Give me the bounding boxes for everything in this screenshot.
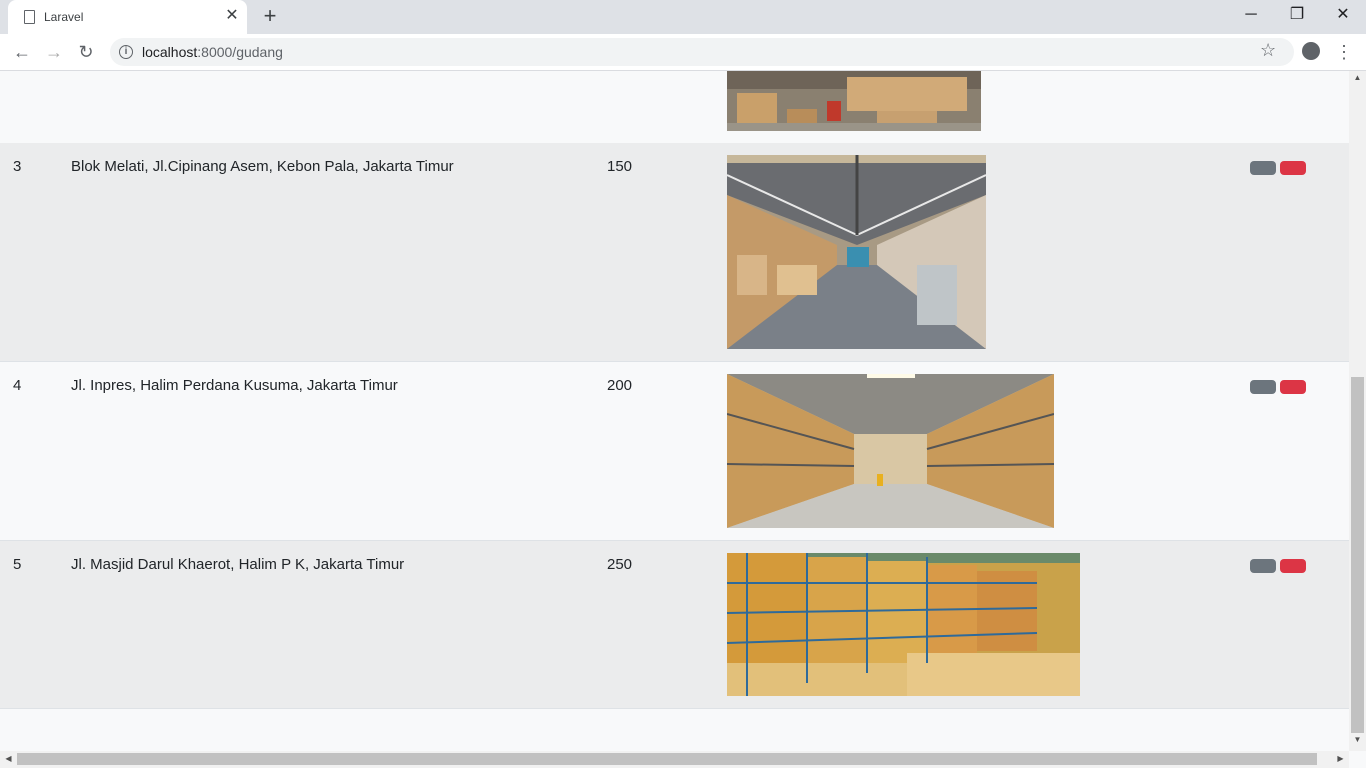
tab-title: Laravel — [44, 10, 84, 24]
url-host: localhost — [142, 44, 198, 60]
warehouse-photo — [727, 374, 1054, 528]
table-row: 3 Blok Melati, Jl.Cipinang Asem, Kebon P… — [0, 143, 1349, 362]
tab-strip: Laravel ✕ + ─ ❐ ✕ — [0, 0, 1366, 34]
tab-close-icon[interactable]: ✕ — [224, 6, 240, 26]
edit-button[interactable] — [1250, 161, 1276, 175]
warehouse-photo — [727, 155, 986, 349]
scroll-up-icon[interactable]: ▲ — [1349, 73, 1366, 82]
vertical-scroll-thumb[interactable] — [1351, 377, 1364, 733]
table-row — [0, 71, 1349, 144]
row-address: Jl. Inpres, Halim Perdana Kusuma, Jakart… — [71, 377, 398, 394]
row-address: Jl. Masjid Darul Khaerot, Halim P K, Jak… — [71, 556, 405, 573]
delete-button[interactable] — [1280, 559, 1306, 573]
info-icon[interactable]: i — [119, 45, 133, 59]
url-path: :8000/gudang — [197, 44, 283, 60]
scroll-down-icon[interactable]: ▼ — [1349, 735, 1366, 744]
close-window-button[interactable]: ✕ — [1320, 0, 1366, 30]
url-text[interactable]: localhost:8000/gudang — [142, 44, 283, 60]
scroll-right-icon[interactable]: ▶ — [1332, 754, 1349, 763]
scroll-left-icon[interactable]: ◀ — [0, 754, 17, 763]
row-capacity: 200 — [607, 377, 633, 394]
account-icon[interactable] — [1302, 42, 1320, 60]
row-number: 4 — [13, 377, 22, 394]
page-content: 3 Blok Melati, Jl.Cipinang Asem, Kebon P… — [0, 71, 1349, 751]
table-row: 5 Jl. Masjid Darul Khaerot, Halim P K, J… — [0, 541, 1349, 709]
row-number: 5 — [13, 556, 22, 573]
horizontal-scrollbar[interactable]: ◀ ▶ — [0, 751, 1349, 768]
warehouse-photo — [727, 553, 1080, 696]
address-bar[interactable]: i localhost:8000/gudang ☆ — [110, 38, 1294, 66]
forward-button[interactable]: → — [40, 38, 68, 66]
warehouse-photo — [727, 71, 981, 131]
document-icon — [24, 10, 35, 24]
delete-button[interactable] — [1280, 161, 1306, 175]
back-button[interactable]: ← — [8, 38, 36, 66]
minimize-button[interactable]: ─ — [1228, 0, 1274, 30]
row-number: 3 — [13, 158, 22, 175]
menu-icon[interactable]: ⋮ — [1334, 38, 1354, 66]
browser-tab[interactable]: Laravel ✕ — [8, 0, 247, 34]
vertical-scrollbar[interactable]: ▲ ▼ — [1349, 71, 1366, 751]
new-tab-button[interactable]: + — [258, 4, 282, 28]
horizontal-scroll-thumb[interactable] — [17, 753, 1317, 765]
restore-button[interactable]: ❐ — [1274, 0, 1320, 30]
row-capacity: 150 — [607, 158, 633, 175]
row-capacity: 250 — [607, 556, 633, 573]
star-icon[interactable]: ☆ — [1260, 40, 1276, 61]
delete-button[interactable] — [1280, 380, 1306, 394]
reload-button[interactable]: ↻ — [72, 38, 100, 66]
row-address: Blok Melati, Jl.Cipinang Asem, Kebon Pal… — [71, 158, 454, 175]
edit-button[interactable] — [1250, 380, 1276, 394]
browser-toolbar: ← → ↻ i localhost:8000/gudang ☆ — [0, 34, 1366, 71]
table-row: 4 Jl. Inpres, Halim Perdana Kusuma, Jaka… — [0, 362, 1349, 541]
edit-button[interactable] — [1250, 559, 1276, 573]
